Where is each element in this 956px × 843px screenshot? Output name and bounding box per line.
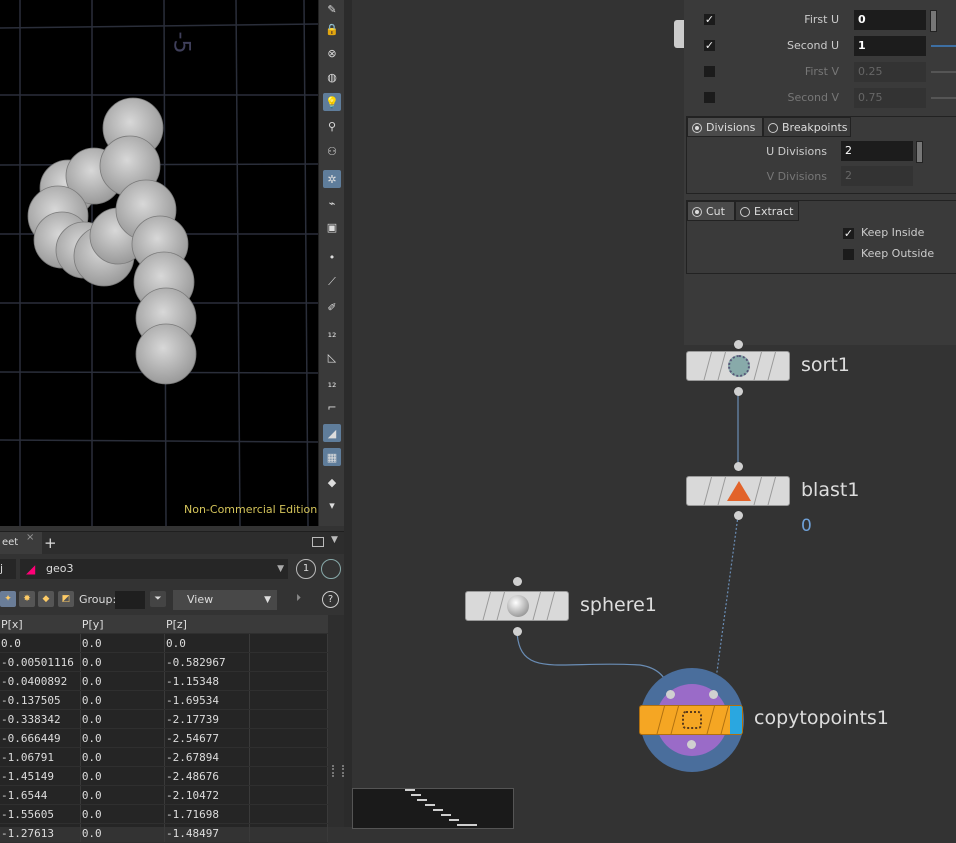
sphere-icon xyxy=(507,595,529,617)
copy-input-connector-1[interactable] xyxy=(666,690,675,699)
sort-input-connector[interactable] xyxy=(734,340,743,349)
blast-output-connector[interactable] xyxy=(734,511,743,520)
sphere-input-connector[interactable] xyxy=(513,577,522,586)
node-copytopoints-label[interactable]: copytopoints1 xyxy=(754,707,889,729)
node-copytopoints[interactable] xyxy=(639,705,743,735)
node-sphere-label[interactable]: sphere1 xyxy=(580,594,657,616)
node-blast[interactable] xyxy=(686,476,790,506)
overview-nodes xyxy=(405,789,477,826)
blast-input-connector[interactable] xyxy=(734,462,743,471)
gear-icon xyxy=(728,355,750,377)
node-sort[interactable] xyxy=(686,351,790,381)
node-sort-label[interactable]: sort1 xyxy=(801,354,850,376)
copy-output-connector[interactable] xyxy=(687,740,696,749)
copy-icon xyxy=(682,711,702,729)
network-overview-thumbnail[interactable] xyxy=(352,788,514,829)
display-flag[interactable] xyxy=(730,706,742,734)
network-wires xyxy=(516,392,739,695)
sort-output-connector[interactable] xyxy=(734,387,743,396)
sphere-output-connector[interactable] xyxy=(513,627,522,636)
node-blast-label[interactable]: blast1 xyxy=(801,479,859,501)
blast-icon xyxy=(727,481,751,501)
copy-input-connector-2[interactable] xyxy=(709,690,718,699)
blast-badge: 0 xyxy=(801,516,812,536)
node-sphere[interactable] xyxy=(465,591,569,621)
